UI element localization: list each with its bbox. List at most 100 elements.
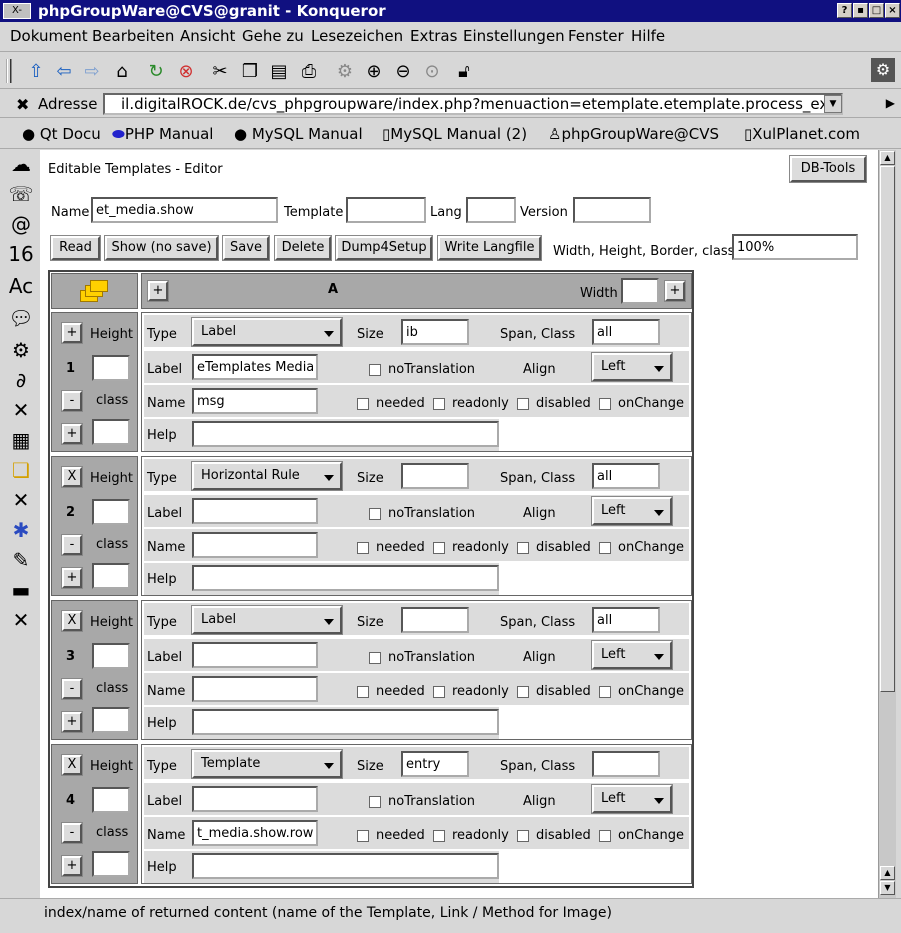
row-1-align-select[interactable]: Left [591,352,673,382]
needed-checkbox[interactable] [357,686,369,698]
bookmark-qt-docu[interactable]: ● Qt Docu [22,125,101,143]
stop-icon[interactable]: ⊗ [174,59,198,83]
up-arrow-icon[interactable]: ⇧ [24,59,48,83]
readonly-checkbox[interactable] [433,542,445,554]
help-window-button[interactable]: ? [837,3,852,18]
row-4-help-input[interactable] [192,853,499,879]
row-2-size-input[interactable] [401,463,469,489]
write-langfile-button[interactable]: Write Langfile [437,235,542,261]
needed-checkbox[interactable] [357,830,369,842]
row-4-top-button[interactable]: X [61,754,83,776]
row-1-name-input[interactable] [192,388,318,414]
scroll-up-button[interactable]: ▲ [880,151,895,165]
notranslation-checkbox[interactable] [369,364,381,376]
row-2-top-button[interactable]: X [61,466,83,488]
row-3-label-input[interactable] [192,642,318,668]
email-app-icon[interactable]: @ [6,210,36,238]
address-history-dropdown[interactable]: ▼ [824,95,842,113]
calendar-app-icon[interactable]: 16 [6,240,36,268]
dump4setup-button[interactable]: Dump4Setup [335,235,433,261]
bookmark-xulplanet[interactable]: ▯XulPlanet.com [744,125,860,143]
row-1-size-input[interactable] [401,319,469,345]
notranslation-checkbox[interactable] [369,796,381,808]
cut-icon[interactable]: ✂ [208,59,232,83]
row-4-delete-button[interactable]: - [61,822,83,844]
row-3-delete-button[interactable]: - [61,678,83,700]
row-3-span-input[interactable] [592,607,660,633]
read-button[interactable]: Read [50,235,101,261]
needed-checkbox[interactable] [357,542,369,554]
bookmark-phpgroupware[interactable]: ♙phpGroupWare@CVS [548,125,719,143]
back-arrow-icon[interactable]: ⇦ [52,59,76,83]
bookmark-php-manual[interactable]: ⬬PHP Manual [112,125,213,143]
row-2-help-input[interactable] [192,565,499,591]
menu-bearbeiten[interactable]: Bearbeiten [92,27,174,45]
toolbar-overflow-icon[interactable]: ▶ [886,96,895,110]
scroll-thumb[interactable] [880,166,895,692]
close-window-button[interactable]: × [885,3,900,18]
etemplate-app-icon[interactable]: ❏ [6,456,36,484]
disabled-checkbox[interactable] [517,686,529,698]
row-2-align-select[interactable]: Left [591,496,673,526]
version-input[interactable] [573,197,651,223]
bookmark-mysql-manual-2[interactable]: ▯MySQL Manual (2) [382,125,527,143]
forward-arrow-icon[interactable]: ⇨ [80,59,104,83]
row-1-top-button[interactable]: + [61,322,83,344]
add-column-left-button[interactable]: + [147,280,169,302]
disabled-checkbox[interactable] [517,542,529,554]
chat-app-icon[interactable]: 💬︎ [6,304,36,332]
add-column-right-button[interactable]: + [664,280,686,302]
row-1-add-button[interactable]: + [61,423,83,445]
row-4-add-button[interactable]: + [61,855,83,877]
row-2-add-button[interactable]: + [61,567,83,589]
show-no-save-button[interactable]: Show (no save) [104,235,219,261]
media-app-icon[interactable]: ▬ [6,576,36,604]
translation-app-icon[interactable]: Ac [6,272,36,300]
zoom-icon[interactable]: ⊙ [420,59,444,83]
konqueror-gear-icon[interactable]: ⚙ [871,58,895,82]
row-4-size-input[interactable] [401,751,469,777]
row-3-size-input[interactable] [401,607,469,633]
setup-app-icon[interactable]: ∂ [6,366,36,394]
missing-app-icon-1[interactable]: ✕ [6,396,36,424]
maximize-window-button[interactable]: □ [869,3,884,18]
row-1-help-input[interactable] [192,421,499,447]
scroll-down-button[interactable]: ▼ [880,881,895,895]
menu-hilfe[interactable]: Hilfe [631,27,665,45]
onchange-checkbox[interactable] [599,542,611,554]
bookmark-mysql-manual[interactable]: ● MySQL Manual [234,125,363,143]
menu-ansicht[interactable]: Ansicht [180,27,235,45]
disabled-checkbox[interactable] [517,830,529,842]
preferences-app-icon[interactable]: ✎ [6,546,36,574]
template-name-input[interactable] [91,197,278,223]
delete-button[interactable]: Delete [274,235,332,261]
onchange-checkbox[interactable] [599,686,611,698]
print-icon[interactable]: ⎙ [297,59,321,83]
row-1-delete-button[interactable]: - [61,390,83,412]
row-3-type-select[interactable]: Label [191,605,343,635]
db-tools-button[interactable]: DB-Tools [789,155,867,183]
toolbar-grip[interactable] [6,59,12,83]
menu-dokument[interactable]: Dokument [10,27,88,45]
row-4-span-input[interactable] [592,751,660,777]
row-3-help-input[interactable] [192,709,499,735]
template-input[interactable] [346,197,426,223]
row-4-class-input[interactable] [92,851,130,877]
scroll-up-button-lower[interactable]: ▲ [880,866,895,880]
row-4-label-input[interactable] [192,786,318,812]
menu-lesezeichen[interactable]: Lesezeichen [311,27,403,45]
security-icon[interactable]: ⚙ [333,59,357,83]
needed-checkbox[interactable] [357,398,369,410]
row-1-height-input[interactable] [92,355,130,381]
projects-app-icon[interactable]: ✱ [6,516,36,544]
readonly-checkbox[interactable] [433,398,445,410]
disabled-checkbox[interactable] [517,398,529,410]
copy-icon[interactable]: ❐ [238,59,262,83]
row-2-span-input[interactable] [592,463,660,489]
zoom-out-icon[interactable]: ⊖ [391,59,415,83]
row-2-class-input[interactable] [92,563,130,589]
row-4-height-input[interactable] [92,787,130,813]
row-4-align-select[interactable]: Left [591,784,673,814]
zoom-in-icon[interactable]: ⊕ [362,59,386,83]
save-button[interactable]: Save [222,235,270,261]
